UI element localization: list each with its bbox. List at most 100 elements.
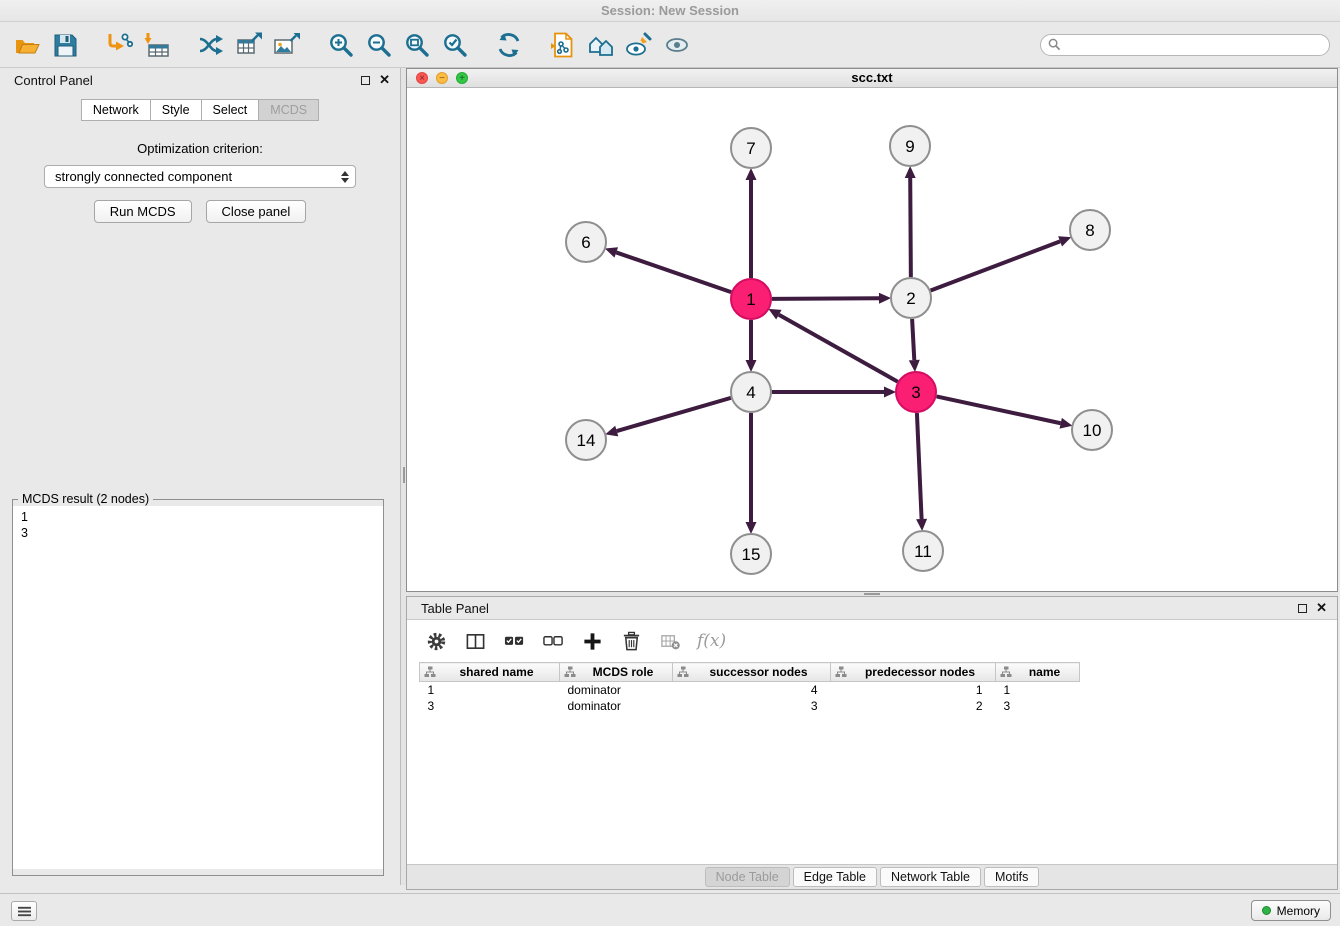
memory-button[interactable]: Memory — [1251, 900, 1331, 921]
zoom-window-icon[interactable]: + — [456, 72, 468, 84]
table-cell[interactable]: dominator — [560, 682, 673, 698]
function-builder-button[interactable]: f(x) — [697, 629, 726, 653]
export-image-button[interactable] — [268, 26, 306, 64]
tab-node-table[interactable]: Node Table — [705, 867, 790, 887]
column-header-shared-name[interactable]: shared name — [420, 663, 560, 682]
import-table-file-button[interactable] — [138, 26, 176, 64]
close-panel-icon[interactable]: ✕ — [379, 74, 390, 86]
graph-node-6[interactable]: 6 — [566, 222, 606, 262]
graph-edge-2-8[interactable] — [931, 241, 1060, 290]
network-analyzer-button[interactable] — [582, 26, 620, 64]
graph-node-label: 3 — [911, 383, 920, 402]
open-file-button[interactable] — [8, 26, 46, 64]
tab-edge-table[interactable]: Edge Table — [793, 867, 877, 887]
graph-edge-3-10[interactable] — [937, 396, 1061, 423]
network-arrows-icon — [197, 31, 225, 59]
column-header-predecessor-nodes[interactable]: predecessor nodes — [831, 663, 996, 682]
document-network-icon — [549, 31, 577, 59]
table-cell[interactable]: 2 — [831, 698, 996, 714]
table-row[interactable]: 1dominator411 — [420, 682, 1080, 698]
apply-style-button[interactable] — [620, 26, 658, 64]
show-graphics-details-button[interactable] — [658, 26, 696, 64]
select-all-columns-button[interactable] — [502, 629, 526, 653]
table-cell[interactable]: 3 — [996, 698, 1080, 714]
table-cell[interactable]: 1 — [831, 682, 996, 698]
show-columns-button[interactable] — [463, 629, 487, 653]
close-window-icon[interactable]: × — [416, 72, 428, 84]
graph-edge-3-1[interactable] — [779, 315, 898, 382]
zoom-fit-button[interactable] — [398, 26, 436, 64]
tab-mcds[interactable]: MCDS — [258, 99, 319, 121]
graph-node-9[interactable]: 9 — [890, 126, 930, 166]
column-header-name[interactable]: name — [996, 663, 1080, 682]
delete-table-button[interactable] — [658, 629, 682, 653]
criterion-value: strongly connected component — [55, 169, 232, 184]
column-header-successor-nodes[interactable]: successor nodes — [673, 663, 831, 682]
network-graph[interactable]: 7 9 6 8 1 2 4 3 14 10 15 11 — [407, 89, 1337, 592]
import-network-file-button[interactable] — [100, 26, 138, 64]
graph-edge-1-2[interactable] — [772, 298, 879, 299]
graph-node-label: 15 — [742, 545, 761, 564]
node-table-header-row: shared name MCDS rolesuccessor nodes prede… — [420, 663, 1080, 682]
add-column-button[interactable] — [580, 629, 604, 653]
statusbar: Memory — [0, 893, 1340, 926]
export-table-button[interactable] — [230, 26, 268, 64]
mcds-result-box: MCDS result (2 nodes) 13 — [12, 492, 384, 876]
search-input[interactable] — [1061, 36, 1329, 54]
network-from-document-button[interactable] — [544, 26, 582, 64]
tab-style[interactable]: Style — [150, 99, 202, 121]
task-history-button[interactable] — [11, 901, 37, 921]
close-panel-button[interactable]: Close panel — [206, 200, 307, 223]
table-cell[interactable]: 1 — [420, 682, 560, 698]
tab-network-table[interactable]: Network Table — [880, 867, 981, 887]
table-settings-button[interactable] — [424, 629, 448, 653]
graph-node-3[interactable]: 3 — [896, 372, 936, 412]
column-label: shared name — [459, 665, 533, 679]
table-cell[interactable]: 3 — [673, 698, 831, 714]
minimize-window-icon[interactable]: − — [436, 72, 448, 84]
graph-node-10[interactable]: 10 — [1072, 410, 1112, 450]
close-table-panel-icon[interactable]: ✕ — [1316, 602, 1327, 614]
graph-node-7[interactable]: 7 — [731, 128, 771, 168]
graph-edge-2-3[interactable] — [912, 319, 914, 360]
refresh-button[interactable] — [490, 26, 528, 64]
search-box — [1040, 34, 1330, 56]
column-label: predecessor nodes — [865, 665, 975, 679]
export-network-button[interactable] — [192, 26, 230, 64]
table-row[interactable]: 3dominator323 — [420, 698, 1080, 714]
refresh-icon — [495, 31, 523, 59]
tab-network[interactable]: Network — [81, 99, 151, 121]
graph-edge-2-9[interactable] — [910, 178, 911, 277]
run-mcds-button[interactable]: Run MCDS — [94, 200, 192, 223]
float-panel-icon[interactable] — [361, 76, 370, 85]
table-cell[interactable]: dominator — [560, 698, 673, 714]
open-folder-icon — [13, 31, 41, 59]
criterion-dropdown[interactable]: strongly connected component — [44, 165, 356, 188]
graph-node-4[interactable]: 4 — [731, 372, 771, 412]
graph-node-2[interactable]: 2 — [891, 278, 931, 318]
graph-edge-1-6[interactable] — [616, 252, 731, 292]
zoom-in-button[interactable] — [322, 26, 360, 64]
graph-node-1[interactable]: 1 — [731, 279, 771, 319]
graph-node-11[interactable]: 11 — [903, 531, 943, 571]
graph-node-8[interactable]: 8 — [1070, 210, 1110, 250]
table-cell[interactable]: 4 — [673, 682, 831, 698]
table-tabs: Node TableEdge TableNetwork TableMotifs — [407, 864, 1337, 889]
table-cell[interactable]: 1 — [996, 682, 1080, 698]
tab-select[interactable]: Select — [201, 99, 260, 121]
graph-edge-3-11[interactable] — [917, 413, 922, 519]
column-header-MCDS-role[interactable]: MCDS role — [560, 663, 673, 682]
graph-node-14[interactable]: 14 — [566, 420, 606, 460]
unselect-all-columns-button[interactable] — [541, 629, 565, 653]
table-cell[interactable]: 3 — [420, 698, 560, 714]
graph-edge-4-14[interactable] — [617, 398, 731, 431]
tab-motifs[interactable]: Motifs — [984, 867, 1039, 887]
save-session-button[interactable] — [46, 26, 84, 64]
network-canvas[interactable]: 7 9 6 8 1 2 4 3 14 10 15 11 — [407, 89, 1337, 591]
float-table-panel-icon[interactable] — [1298, 604, 1307, 613]
zoom-out-button[interactable] — [360, 26, 398, 64]
delete-column-button[interactable] — [619, 629, 643, 653]
graph-node-15[interactable]: 15 — [731, 534, 771, 574]
zoom-selected-button[interactable] — [436, 26, 474, 64]
zoom-in-icon — [327, 31, 355, 59]
